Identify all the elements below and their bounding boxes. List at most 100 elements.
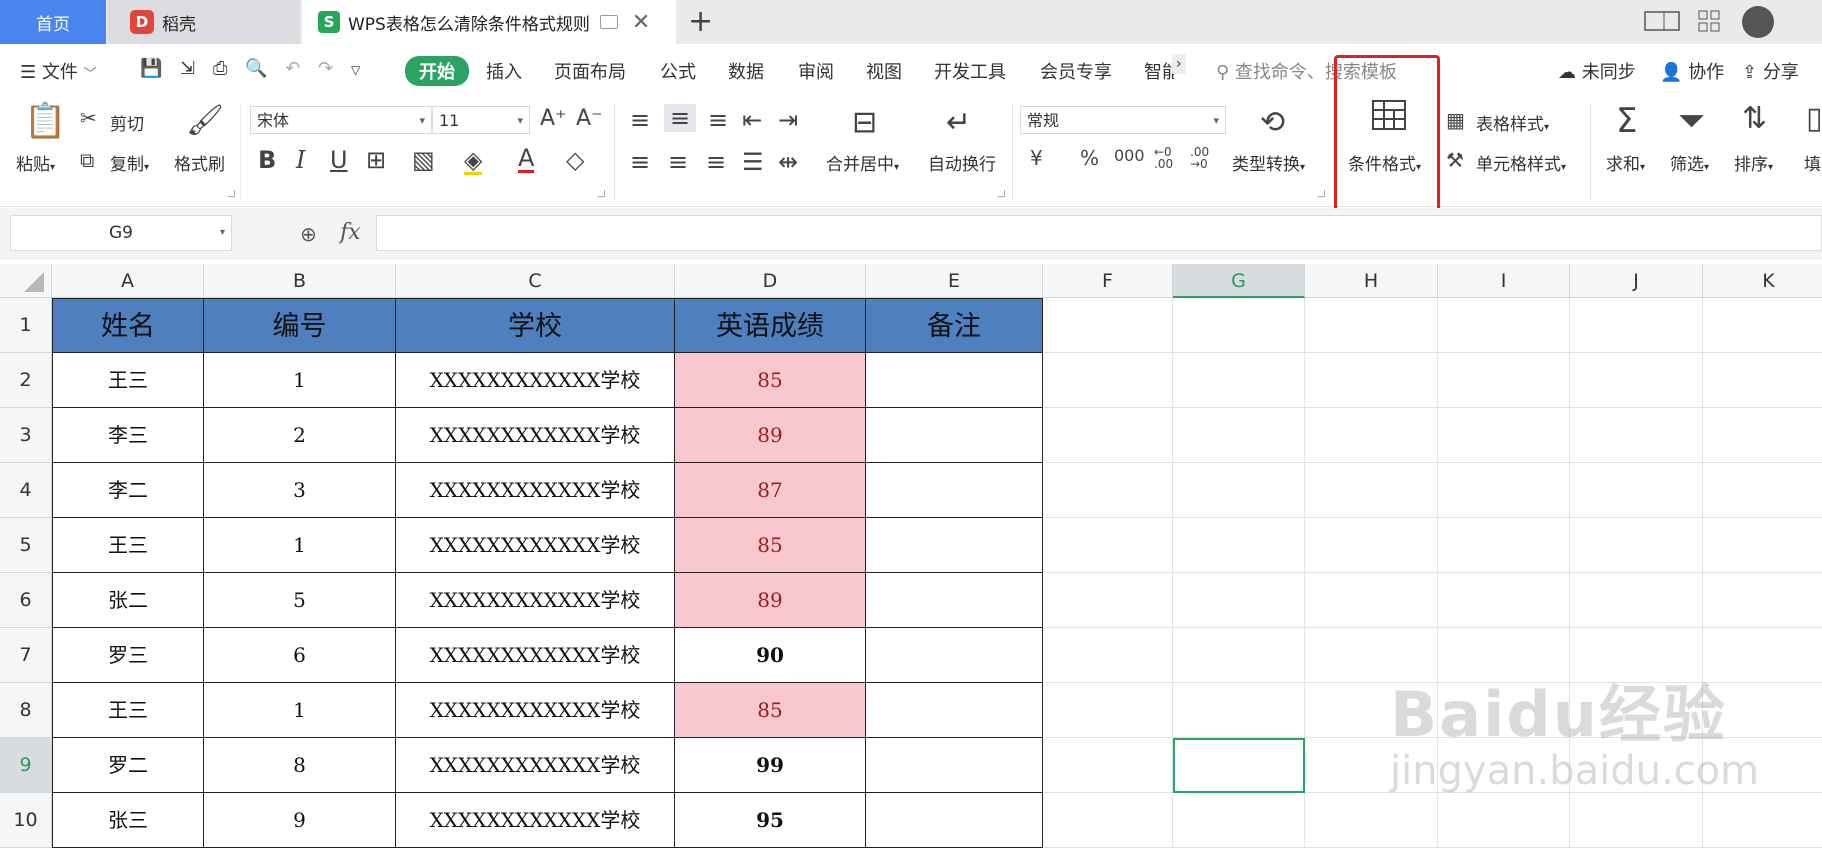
- cell-c8[interactable]: XXXXXXXXXXXX学校: [396, 683, 675, 738]
- cell-d5[interactable]: 85: [675, 518, 866, 573]
- cell-e2[interactable]: [866, 353, 1043, 408]
- cell-e8[interactable]: [866, 683, 1043, 738]
- cell-i4[interactable]: [1438, 463, 1570, 518]
- selected-cell-g9[interactable]: [1173, 738, 1305, 793]
- menu-tab-formula[interactable]: 公式: [660, 58, 696, 84]
- cell-h4[interactable]: [1305, 463, 1438, 518]
- cell-d9[interactable]: 99: [675, 738, 866, 793]
- apps-grid-icon[interactable]: [1698, 10, 1720, 36]
- thousands-icon[interactable]: 000: [1114, 148, 1145, 164]
- row-header-8[interactable]: 8: [0, 683, 52, 738]
- align-middle-icon[interactable]: ≡: [664, 104, 697, 132]
- cell-k1[interactable]: [1703, 298, 1822, 353]
- fill-button[interactable]: 填: [1804, 150, 1821, 175]
- cell-d8[interactable]: 85: [675, 683, 866, 738]
- formula-input[interactable]: [376, 215, 1822, 251]
- cut-button[interactable]: 剪切: [110, 110, 144, 135]
- cell-e10[interactable]: [866, 793, 1043, 848]
- cell-d2[interactable]: 85: [675, 353, 866, 408]
- cell-c6[interactable]: XXXXXXXXXXXX学校: [396, 573, 675, 628]
- pin-icon[interactable]: [599, 15, 618, 29]
- justify-icon[interactable]: ☰: [742, 150, 764, 174]
- filter-button[interactable]: 筛选▾: [1670, 150, 1709, 175]
- column-header-f[interactable]: F: [1043, 264, 1173, 298]
- cell-b6[interactable]: 5: [204, 573, 396, 628]
- row-header-7[interactable]: 7: [0, 628, 52, 683]
- cell-h3[interactable]: [1305, 408, 1438, 463]
- cell-f10[interactable]: [1043, 793, 1173, 848]
- number-group-expand-icon[interactable]: [1318, 190, 1325, 197]
- row-header-9[interactable]: 9: [0, 738, 52, 793]
- indent-decrease-icon[interactable]: ⇤: [742, 108, 762, 132]
- cell-c2[interactable]: XXXXXXXXXXXX学校: [396, 353, 675, 408]
- paste-icon[interactable]: 📋: [24, 104, 66, 138]
- row-header-6[interactable]: 6: [0, 573, 52, 628]
- cell-g1[interactable]: [1173, 298, 1305, 353]
- column-header-h[interactable]: H: [1305, 264, 1438, 298]
- cell-g2[interactable]: [1173, 353, 1305, 408]
- customize-toolbar-icon[interactable]: ▽: [351, 63, 360, 77]
- column-header-k[interactable]: K: [1703, 264, 1822, 298]
- redo-icon[interactable]: ↷: [318, 58, 333, 79]
- column-header-e[interactable]: E: [866, 264, 1043, 298]
- cell-f3[interactable]: [1043, 408, 1173, 463]
- cell-e6[interactable]: [866, 573, 1043, 628]
- cell-a2[interactable]: 王三: [52, 353, 204, 408]
- row-header-10[interactable]: 10: [0, 793, 52, 848]
- cell-h5[interactable]: [1305, 518, 1438, 573]
- align-bottom-icon[interactable]: ≡: [708, 108, 728, 132]
- increase-decimal-icon[interactable]: ←0.00: [1154, 146, 1173, 170]
- row-header-2[interactable]: 2: [0, 353, 52, 408]
- avatar[interactable]: [1742, 6, 1774, 38]
- cell-j10[interactable]: [1570, 793, 1703, 848]
- cell-j5[interactable]: [1570, 518, 1703, 573]
- cell-b5[interactable]: 1: [204, 518, 396, 573]
- window-layout-icon[interactable]: [1644, 10, 1680, 36]
- cell-c3[interactable]: XXXXXXXXXXXX学校: [396, 408, 675, 463]
- cell-e9[interactable]: [866, 738, 1043, 793]
- type-convert-button[interactable]: 类型转换▾: [1232, 150, 1305, 175]
- cell-d10[interactable]: 95: [675, 793, 866, 848]
- cell-f7[interactable]: [1043, 628, 1173, 683]
- cell-b10[interactable]: 9: [204, 793, 396, 848]
- menu-tab-member[interactable]: 会员专享: [1040, 58, 1112, 84]
- cell-c1[interactable]: 学校: [396, 298, 675, 353]
- cell-c5[interactable]: XXXXXXXXXXXX学校: [396, 518, 675, 573]
- font-size-select[interactable]: 11 ▾: [432, 106, 530, 134]
- percent-icon[interactable]: %: [1080, 148, 1099, 168]
- cell-b7[interactable]: 6: [204, 628, 396, 683]
- cell-k2[interactable]: [1703, 353, 1822, 408]
- cell-j1[interactable]: [1570, 298, 1703, 353]
- menu-tab-review[interactable]: 审阅: [798, 58, 834, 84]
- cell-d6[interactable]: 89: [675, 573, 866, 628]
- column-header-a[interactable]: A: [52, 264, 204, 298]
- align-top-icon[interactable]: ≡: [630, 108, 650, 132]
- menu-tab-page-layout[interactable]: 页面布局: [554, 58, 626, 84]
- tab-daoke[interactable]: D 稻壳: [108, 0, 300, 44]
- menu-tab-start[interactable]: 开始: [405, 56, 469, 86]
- cell-a7[interactable]: 罗三: [52, 628, 204, 683]
- font-color-icon[interactable]: A: [518, 146, 535, 173]
- cell-i3[interactable]: [1438, 408, 1570, 463]
- cell-e1[interactable]: 备注: [866, 298, 1043, 353]
- export-icon[interactable]: ⇲: [180, 58, 195, 79]
- save-icon[interactable]: 💾: [140, 58, 162, 79]
- menu-tab-data[interactable]: 数据: [728, 58, 764, 84]
- cell-style-button[interactable]: 单元格样式▾: [1476, 150, 1566, 175]
- font-group-expand-icon[interactable]: [598, 190, 605, 197]
- new-tab-button[interactable]: +: [688, 4, 713, 39]
- number-format-select[interactable]: 常规 ▾: [1020, 106, 1226, 134]
- fill-color-icon[interactable]: ◈: [464, 148, 483, 175]
- decrease-decimal-icon[interactable]: .00 →0: [1190, 146, 1209, 170]
- tab-document[interactable]: S WPS表格怎么清除条件格式规则 ✕: [302, 0, 676, 44]
- cell-a3[interactable]: 李三: [52, 408, 204, 463]
- cell-b1[interactable]: 编号: [204, 298, 396, 353]
- align-right-icon[interactable]: ≡: [706, 150, 726, 174]
- column-header-j[interactable]: J: [1570, 264, 1703, 298]
- cell-b8[interactable]: 1: [204, 683, 396, 738]
- cell-i6[interactable]: [1438, 573, 1570, 628]
- cell-g3[interactable]: [1173, 408, 1305, 463]
- cell-c4[interactable]: XXXXXXXXXXXX学校: [396, 463, 675, 518]
- file-menu[interactable]: ☰ 文件 ﹀: [20, 58, 97, 84]
- sort-button[interactable]: 排序▾: [1734, 150, 1773, 175]
